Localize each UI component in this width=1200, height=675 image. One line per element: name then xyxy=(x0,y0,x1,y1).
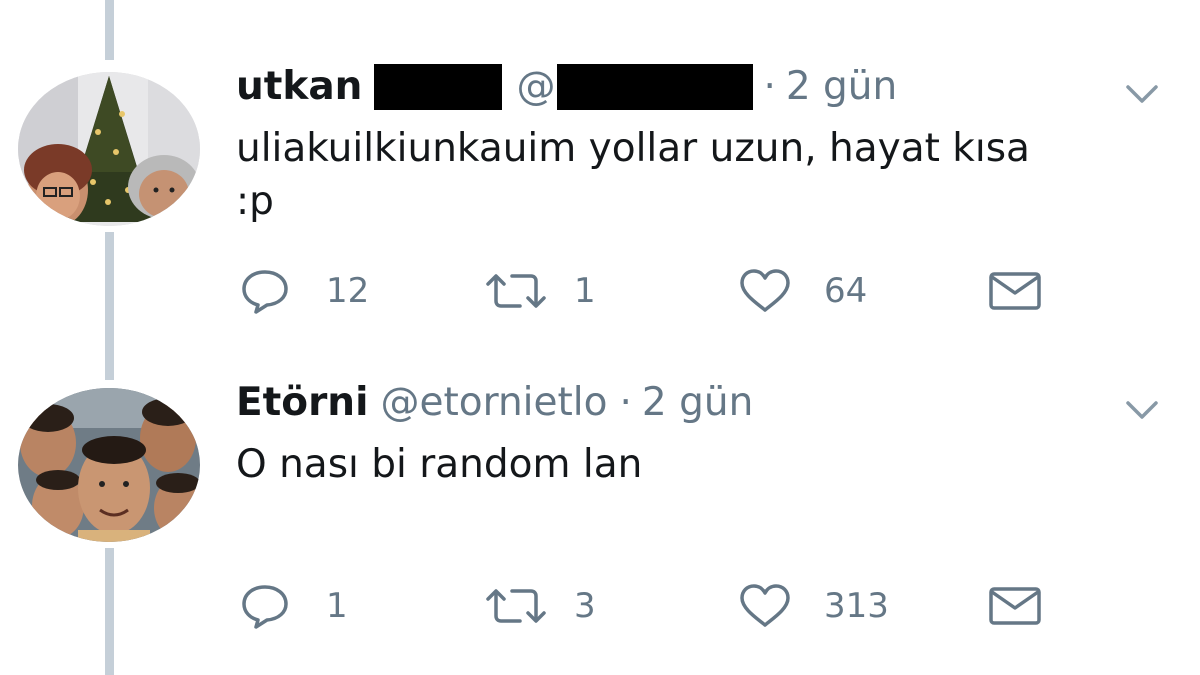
conversation-thread: utkan @ · 2 gün uliakuilkiunkauim yollar… xyxy=(0,0,1200,675)
chevron-down-icon[interactable] xyxy=(1124,82,1160,106)
handle[interactable]: @etornietlo xyxy=(380,378,607,428)
like-count: 64 xyxy=(824,271,868,311)
reply-count: 12 xyxy=(326,271,370,311)
tweet-utkan[interactable]: utkan @ · 2 gün uliakuilkiunkauim yollar… xyxy=(0,0,1200,340)
envelope-icon xyxy=(989,272,1041,310)
redacted-handle xyxy=(557,64,754,110)
reply-button[interactable]: 1 xyxy=(240,581,348,631)
avatar-photo xyxy=(18,388,200,542)
retweet-count: 3 xyxy=(574,586,596,626)
like-button[interactable]: 64 xyxy=(738,266,867,316)
tweet-actions: 12 1 64 xyxy=(0,266,1200,316)
timestamp[interactable]: 2 gün xyxy=(642,378,753,428)
retweet-icon xyxy=(486,589,546,623)
tweet-etorni[interactable]: Etörni @etornietlo · 2 gün O nası bi ran… xyxy=(0,340,1200,675)
handle-prefix[interactable]: @ xyxy=(516,62,555,112)
tweet-text: O nası bi random lan xyxy=(236,442,643,487)
like-button[interactable]: 313 xyxy=(738,581,889,631)
tweet-header: Etörni @etornietlo · 2 gün xyxy=(236,378,753,428)
display-name[interactable]: Etörni xyxy=(236,378,368,428)
avatar-photo xyxy=(18,72,200,226)
like-count: 313 xyxy=(824,586,889,626)
reply-count: 1 xyxy=(326,586,348,626)
heart-icon xyxy=(740,584,790,627)
reply-icon xyxy=(242,585,288,629)
retweet-button[interactable]: 3 xyxy=(484,581,596,631)
direct-message-button[interactable] xyxy=(988,266,1042,316)
tweet-actions: 1 3 313 xyxy=(0,581,1200,631)
redacted-surname xyxy=(374,64,503,110)
tweet-text: uliakuilkiunkauim yollar uzun, hayat kıs… xyxy=(236,126,1030,224)
direct-message-button[interactable] xyxy=(988,581,1042,631)
reply-button[interactable]: 12 xyxy=(240,266,369,316)
retweet-button[interactable]: 1 xyxy=(484,266,596,316)
timestamp[interactable]: 2 gün xyxy=(786,62,897,112)
avatar[interactable] xyxy=(18,72,200,226)
retweet-icon xyxy=(486,274,546,308)
heart-icon xyxy=(740,269,790,312)
chevron-down-icon[interactable] xyxy=(1124,398,1160,422)
envelope-icon xyxy=(989,587,1041,625)
avatar[interactable] xyxy=(18,388,200,542)
reply-icon xyxy=(242,270,288,314)
display-name[interactable]: utkan xyxy=(236,62,362,112)
separator-dot: · xyxy=(619,380,632,425)
tweet-header: utkan @ · 2 gün xyxy=(236,62,897,112)
separator-dot: · xyxy=(763,64,776,109)
retweet-count: 1 xyxy=(574,271,596,311)
